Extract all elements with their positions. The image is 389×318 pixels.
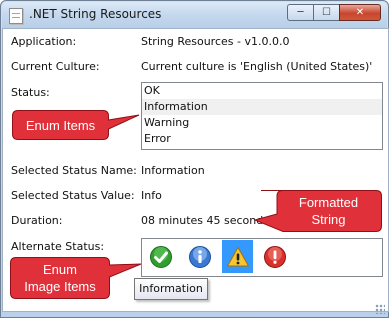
selected-status-value-label: Selected Status Value: <box>11 189 135 202</box>
information-tooltip: Information <box>134 278 208 300</box>
alternate-item-warning[interactable] <box>222 240 253 273</box>
application-label: Application: <box>11 35 77 48</box>
application-value: String Resources - v1.0.0.0 <box>141 35 290 48</box>
list-item-error[interactable]: Error <box>142 131 382 147</box>
selected-status-value-value: Info <box>141 189 162 202</box>
list-item-warning[interactable]: Warning <box>142 115 382 131</box>
error-icon <box>263 245 286 268</box>
status-listbox[interactable]: OK Information Warning Error <box>141 82 383 150</box>
culture-value: Current culture is 'English (United Stat… <box>141 60 373 73</box>
minimize-icon: ─ <box>297 7 304 18</box>
check-icon <box>149 245 172 268</box>
alternate-item-information[interactable] <box>184 240 215 273</box>
list-item-ok[interactable]: OK <box>142 83 382 99</box>
close-button[interactable]: ✕ <box>339 4 381 21</box>
info-icon <box>188 245 211 268</box>
alternate-item-error[interactable] <box>259 240 290 273</box>
callout-enum-image-items: Enum Image Items <box>10 257 142 299</box>
callout-enum-image-items-line2: Image Items <box>24 279 96 294</box>
maximize-icon: ☐ <box>322 7 331 18</box>
callout-formatted-string-line2: String <box>311 212 346 227</box>
callout-enum-items-text: Enum Items <box>25 117 96 133</box>
selected-status-name-label: Selected Status Name: <box>11 164 137 177</box>
maximize-button[interactable]: ☐ <box>313 4 339 21</box>
alternate-status-listbox[interactable] <box>141 238 383 277</box>
callout-formatted-string-line1: Formatted <box>298 195 359 210</box>
resize-grip[interactable] <box>375 304 385 314</box>
callout-formatted-string: Formatted String <box>253 190 382 232</box>
caption-buttons: ─ ☐ ✕ <box>287 4 381 21</box>
list-item-information[interactable]: Information <box>142 99 382 115</box>
application-icon[interactable] <box>9 8 23 24</box>
warning-icon <box>226 246 249 266</box>
close-icon: ✕ <box>355 7 365 18</box>
duration-label: Duration: <box>11 214 63 227</box>
window-title: .NET String Resources <box>29 7 162 21</box>
status-label: Status: <box>11 86 50 99</box>
callout-enum-image-items-line1: Enum <box>43 262 77 277</box>
callout-enum-items: Enum Items <box>12 110 140 140</box>
minimize-button[interactable]: ─ <box>287 4 313 21</box>
title-bar[interactable]: .NET String Resources ─ ☐ ✕ <box>2 2 387 28</box>
selected-status-name-value: Information <box>141 164 205 177</box>
alternate-status-label: Alternate Status: <box>11 240 105 253</box>
alternate-item-ok[interactable] <box>145 240 176 273</box>
culture-label: Current Culture: <box>11 60 100 73</box>
duration-value: 08 minutes 45 seconds <box>141 214 269 227</box>
